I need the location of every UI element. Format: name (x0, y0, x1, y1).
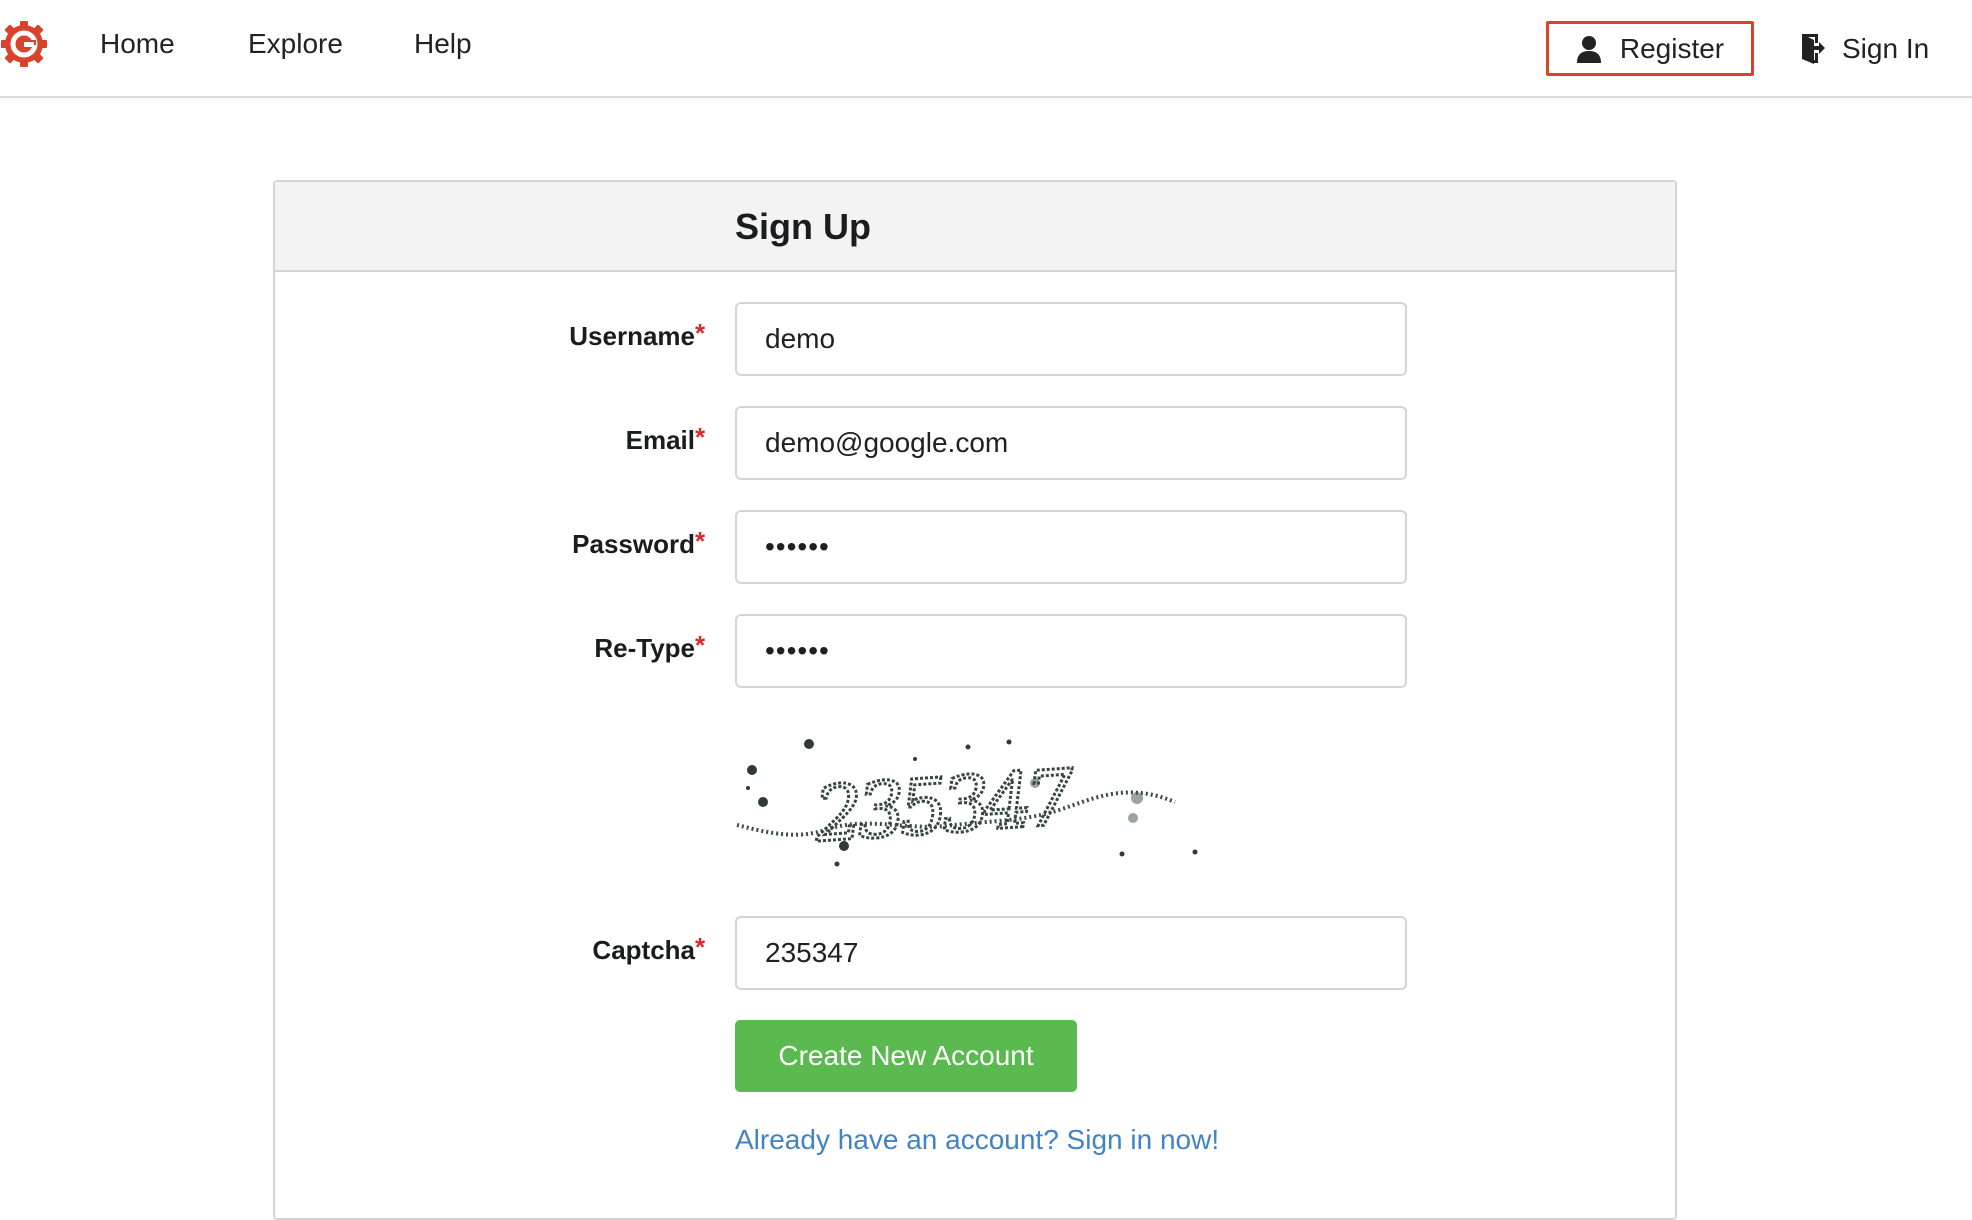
nav-explore-link[interactable]: Explore (248, 26, 343, 62)
email-required-marker: * (695, 422, 706, 452)
retype-password-input[interactable]: •••••• (735, 614, 1407, 688)
retype-label: Re-Type (594, 633, 695, 663)
captcha-image: 235347 (735, 722, 1209, 882)
gitea-logo-icon[interactable] (0, 18, 52, 70)
page-title: Sign Up (735, 206, 871, 247)
sign-in-button[interactable]: Sign In (1800, 21, 1929, 76)
create-account-button[interactable]: Create New Account (735, 1020, 1077, 1092)
password-input[interactable]: •••••• (735, 510, 1407, 584)
signup-panel: Sign Up Username * demo Email * demo@goo… (273, 180, 1677, 1220)
username-required-marker: * (695, 318, 706, 348)
captcha-required-marker: * (695, 932, 706, 962)
captcha-label: Captcha (592, 935, 695, 965)
sign-in-icon (1802, 33, 1825, 64)
captcha-input[interactable]: 235347 (735, 916, 1407, 990)
nav-help-link[interactable]: Help (414, 26, 472, 62)
password-required-marker: * (695, 526, 706, 556)
sign-in-label: Sign In (1842, 32, 1930, 64)
nav-home-link[interactable]: Home (100, 26, 175, 62)
signup-panel-header: Sign Up (275, 182, 1675, 272)
top-navbar: Home Explore Help Register Sign In (0, 0, 1972, 98)
retype-required-marker: * (695, 630, 706, 660)
captcha-text: 235347 (811, 752, 1078, 859)
username-input[interactable]: demo (735, 302, 1407, 376)
email-label: Email (625, 425, 695, 455)
username-label: Username (569, 321, 695, 351)
register-button[interactable]: Register (1546, 21, 1754, 76)
user-icon (1576, 35, 1601, 63)
password-label: Password (572, 529, 695, 559)
email-input[interactable]: demo@google.com (735, 406, 1407, 480)
register-label: Register (1619, 32, 1725, 64)
sign-in-now-link[interactable]: Already have an account? Sign in now! (735, 1122, 1219, 1158)
